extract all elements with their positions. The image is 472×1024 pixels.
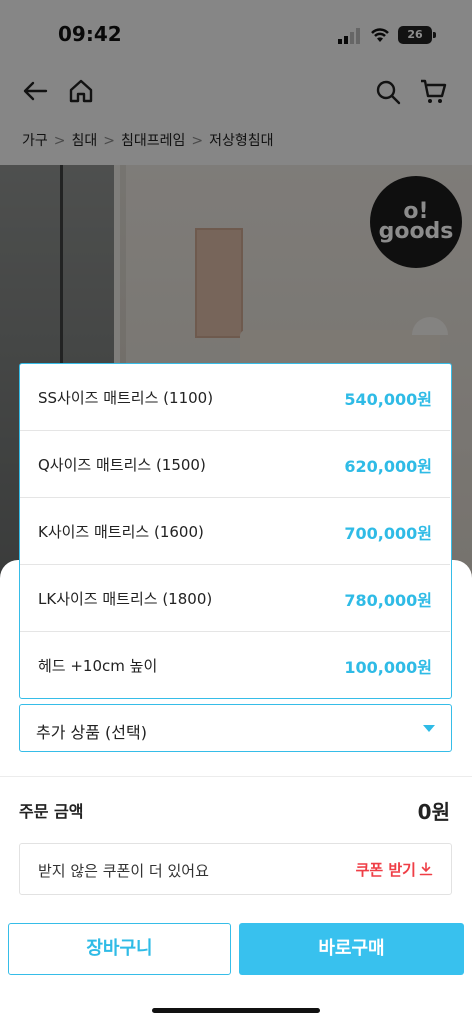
order-total-label: 주문 금액 xyxy=(19,802,84,821)
option-item[interactable]: 헤드 +10cm 높이 100,000원 xyxy=(20,632,450,699)
coupon-banner: 받지 않은 쿠폰이 더 있어요 쿠폰 받기 xyxy=(19,843,452,895)
home-indicator xyxy=(152,1008,320,1013)
coupon-text: 받지 않은 쿠폰이 더 있어요 xyxy=(38,862,209,880)
option-label: SS사이즈 매트리스 (1100) xyxy=(38,389,214,407)
option-price: 620,000원 xyxy=(344,457,432,476)
option-label: 헤드 +10cm 높이 xyxy=(38,657,158,675)
option-dropdown-list: SS사이즈 매트리스 (1100) 540,000원 Q사이즈 매트리스 (15… xyxy=(19,363,452,699)
section-divider xyxy=(0,776,472,777)
option-item[interactable]: SS사이즈 매트리스 (1100) 540,000원 xyxy=(20,364,450,431)
option-item[interactable]: Q사이즈 매트리스 (1500) 620,000원 xyxy=(20,431,450,498)
option-item[interactable]: LK사이즈 매트리스 (1800) 780,000원 xyxy=(20,565,450,632)
coupon-download-label: 쿠폰 받기 xyxy=(355,861,416,879)
extra-product-select[interactable]: 추가 상품 (선택) xyxy=(19,704,452,752)
option-label: LK사이즈 매트리스 (1800) xyxy=(38,590,213,608)
add-to-cart-button[interactable]: 장바구니 xyxy=(8,923,231,975)
option-price: 100,000원 xyxy=(344,658,432,677)
option-price: 540,000원 xyxy=(344,390,432,409)
option-label: K사이즈 매트리스 (1600) xyxy=(38,523,204,541)
download-icon xyxy=(419,862,433,876)
caret-down-icon xyxy=(423,725,435,732)
coupon-download-button[interactable]: 쿠폰 받기 xyxy=(356,859,433,880)
order-total-value: 0원 xyxy=(417,800,450,824)
option-label: Q사이즈 매트리스 (1500) xyxy=(38,456,206,474)
extra-product-select-label: 추가 상품 (선택) xyxy=(36,723,147,742)
buy-now-button[interactable]: 바로구매 xyxy=(239,923,464,975)
option-item[interactable]: K사이즈 매트리스 (1600) 700,000원 xyxy=(20,498,450,565)
option-price: 780,000원 xyxy=(344,591,432,610)
option-price: 700,000원 xyxy=(344,524,432,543)
